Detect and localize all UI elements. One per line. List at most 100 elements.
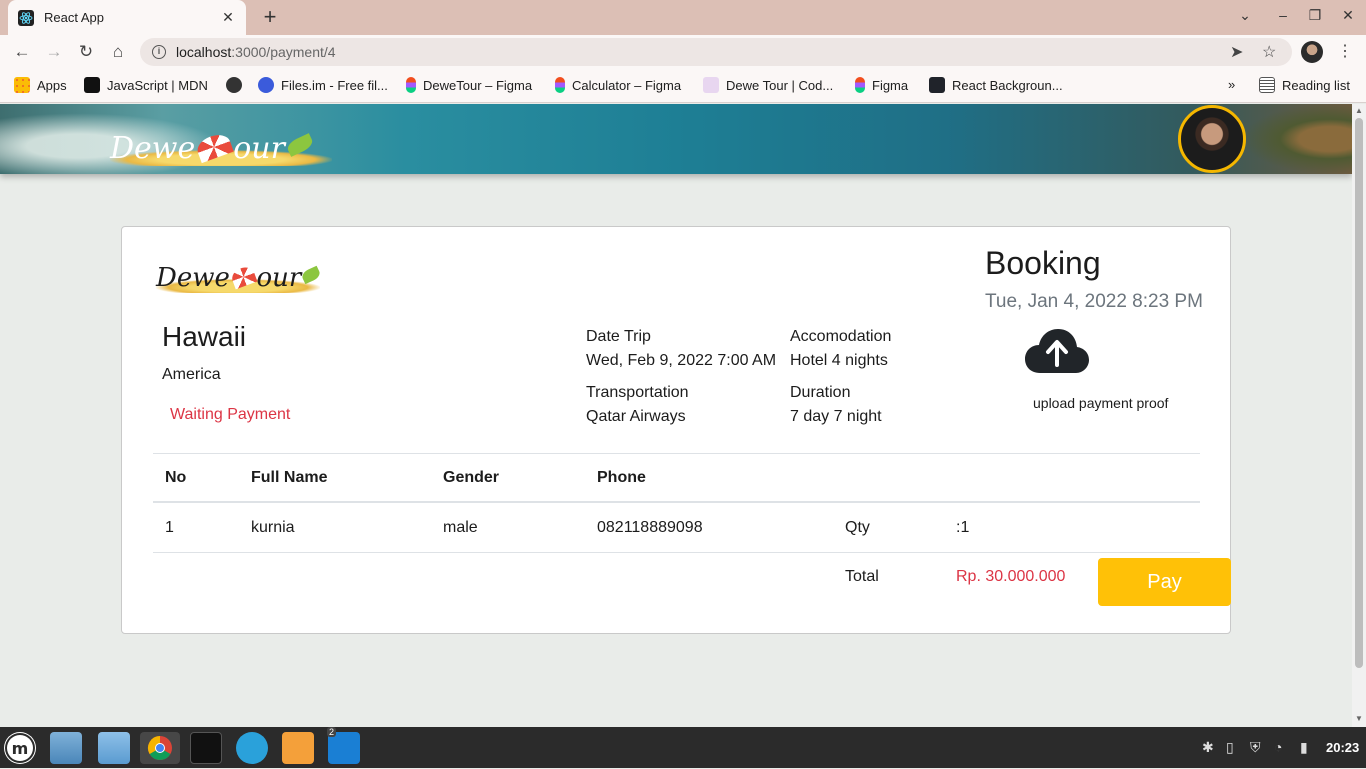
back-button[interactable]: ←	[10, 40, 34, 64]
banner-cliff	[1242, 104, 1352, 174]
tab-close-icon[interactable]: ✕	[220, 9, 236, 26]
minimize-button[interactable]: –	[1273, 7, 1293, 23]
profile-avatar[interactable]	[1301, 41, 1323, 63]
logo-text: our	[233, 131, 285, 166]
bookmarks-bar: Apps JavaScript | MDN Files.im - Free fi…	[0, 69, 1366, 103]
reload-button[interactable]: ↻	[74, 40, 98, 64]
accommodation-value: Hotel 4 nights	[790, 352, 888, 369]
telegram-icon[interactable]	[236, 732, 268, 764]
row-no: 1	[165, 519, 174, 536]
bookmark-files-im[interactable]: Files.im - Free fil...	[258, 77, 388, 93]
battery-icon[interactable]: ▮	[1300, 739, 1308, 756]
send-icon[interactable]: ➤	[1230, 42, 1243, 62]
bookmark-label: Figma	[872, 77, 909, 93]
browser-toolbar: ← → ↻ ⌂ i localhost :3000/payment/4 ➤ ☆	[0, 35, 1366, 69]
scroll-down-arrow-icon[interactable]: ▼	[1355, 714, 1363, 723]
figma-icon	[555, 77, 565, 93]
github-icon	[226, 77, 242, 93]
bookmark-star-icon[interactable]: ☆	[1262, 42, 1276, 62]
duration-label: Duration	[790, 384, 851, 401]
user-avatar[interactable]	[1178, 105, 1246, 173]
bookmark-label: JavaScript | MDN	[107, 77, 208, 93]
page: Dewe our Dewe our Booking Tue, Jan 4, 20…	[0, 104, 1352, 727]
booking-card: Dewe our Booking Tue, Jan 4, 2022 8:23 P…	[121, 226, 1231, 634]
logo-text: Dewe	[156, 263, 230, 293]
bookmark-dewetour-code[interactable]: Dewe Tour | Cod...	[703, 77, 833, 93]
clock[interactable]: 20:23	[1326, 740, 1359, 755]
files-im-icon	[258, 77, 274, 93]
shield-icon[interactable]: ⛨	[1250, 739, 1261, 756]
transportation-value: Qatar Airways	[586, 408, 686, 425]
logo-text: our	[256, 263, 302, 293]
svg-text:m: m	[12, 739, 29, 758]
total-value: Rp. 30.000.000	[956, 568, 1066, 585]
show-desktop-icon[interactable]	[50, 732, 82, 764]
scroll-up-arrow-icon[interactable]: ▲	[1355, 106, 1363, 115]
vscode-icon[interactable]: 2	[327, 727, 360, 764]
page-scrollbar[interactable]: ▲ ▼	[1352, 104, 1366, 727]
bookmark-figma[interactable]: Figma	[855, 77, 908, 93]
maximize-button[interactable]: ❐	[1305, 7, 1325, 24]
reading-list-icon	[1259, 77, 1275, 93]
cloud-upload-icon[interactable]	[1024, 327, 1090, 375]
bookmark-label: Calculator – Figma	[572, 77, 682, 93]
status-badge: Waiting Payment	[170, 406, 291, 423]
table-header-no: No	[165, 469, 187, 486]
table-header-border	[153, 501, 1200, 503]
menu-icon[interactable]: ⋮	[1337, 41, 1353, 61]
bookmark-apps[interactable]: Apps	[14, 77, 67, 93]
bookmark-label: DeweTour – Figma	[423, 77, 533, 93]
header-banner: Dewe our	[0, 104, 1352, 174]
row-full-name: kurnia	[251, 519, 295, 536]
mint-menu-icon[interactable]: m	[4, 732, 36, 764]
table-header-gender: Gender	[443, 469, 500, 486]
bookmark-mdn[interactable]: JavaScript | MDN	[84, 77, 208, 93]
code-icon	[703, 77, 719, 93]
home-button[interactable]: ⌂	[106, 40, 130, 64]
new-tab-button[interactable]: +	[258, 6, 282, 30]
table-row-border	[153, 552, 1200, 553]
bookmark-react-background[interactable]: React Backgroun...	[929, 77, 1063, 93]
browser-tab[interactable]: React App ✕	[8, 0, 246, 35]
upload-payment-proof-label[interactable]: upload payment proof	[1033, 395, 1168, 411]
table-header-phone: Phone	[597, 469, 646, 486]
tab-search-icon[interactable]: ⌄	[1235, 7, 1255, 24]
mdn-icon	[84, 77, 100, 93]
apps-grid-icon	[14, 77, 30, 93]
files-icon[interactable]	[98, 732, 130, 764]
url-path: :3000/payment/4	[231, 44, 336, 60]
bluetooth-icon[interactable]: ✱	[1202, 739, 1214, 756]
tab-strip: React App ✕ + ⌄ – ❐ ✕	[0, 0, 1366, 35]
logo-text: Dewe	[110, 131, 196, 166]
wifi-icon[interactable]: ◔	[1274, 739, 1282, 755]
bookmarks-overflow-button[interactable]: »	[1228, 77, 1235, 92]
bookmark-label: Apps	[37, 77, 67, 93]
address-bar[interactable]: i localhost :3000/payment/4 ➤ ☆	[140, 38, 1292, 66]
chrome-icon[interactable]	[140, 732, 180, 764]
site-info-icon[interactable]: i	[152, 45, 166, 59]
reading-list-button[interactable]: Reading list	[1259, 77, 1350, 93]
reading-list-label: Reading list	[1282, 77, 1350, 93]
destination-country: America	[162, 366, 221, 383]
bookmark-github[interactable]	[226, 77, 249, 93]
qty-label: Qty	[845, 519, 870, 536]
bookmark-label: Dewe Tour | Cod...	[726, 77, 834, 93]
firefox-dev-icon[interactable]	[282, 732, 314, 764]
duration-value: 7 day 7 night	[790, 408, 882, 425]
row-phone: 082118889098	[597, 519, 703, 536]
card-logo: Dewe our	[156, 245, 322, 293]
close-window-button[interactable]: ✕	[1338, 7, 1358, 24]
forward-button[interactable]: →	[42, 40, 66, 64]
qty-value: :1	[956, 519, 970, 536]
url-host: localhost	[176, 44, 232, 60]
bookmark-dewetour-figma[interactable]: DeweTour – Figma	[406, 77, 532, 93]
pay-button[interactable]: Pay	[1098, 558, 1231, 606]
clipboard-icon[interactable]: ▯	[1226, 739, 1234, 756]
total-label: Total	[845, 568, 879, 585]
booking-date: Tue, Jan 4, 2022 8:23 PM	[985, 291, 1203, 312]
destination-name: Hawaii	[162, 321, 247, 352]
scrollbar-thumb[interactable]	[1355, 118, 1363, 668]
bookmark-calculator-figma[interactable]: Calculator – Figma	[555, 77, 681, 93]
header-logo[interactable]: Dewe our	[110, 110, 332, 166]
terminal-icon[interactable]	[190, 732, 222, 764]
